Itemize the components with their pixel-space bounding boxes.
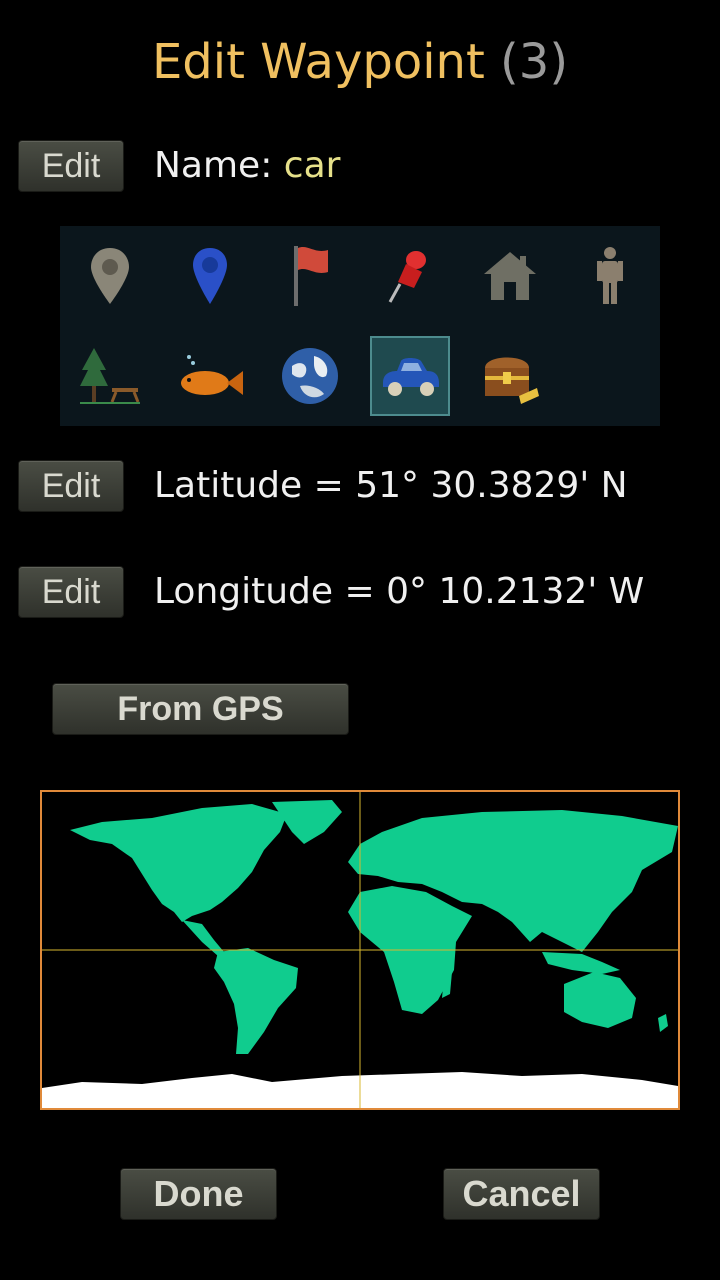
done-button[interactable]: Done xyxy=(120,1168,277,1220)
title-text: Edit Waypoint xyxy=(151,34,485,90)
car-icon[interactable] xyxy=(370,336,450,416)
land-new-zealand xyxy=(658,1014,668,1032)
gray-map-pin-icon[interactable] xyxy=(70,236,150,316)
land-north-america xyxy=(70,804,287,922)
land-australia xyxy=(564,972,636,1028)
treasure-chest-icon[interactable] xyxy=(470,336,550,416)
edit-longitude-button[interactable]: Edit xyxy=(18,566,124,618)
land-south-america xyxy=(214,948,298,1054)
cancel-button[interactable]: Cancel xyxy=(443,1168,600,1220)
earth-globe-icon[interactable] xyxy=(270,336,350,416)
edit-name-button[interactable]: Edit xyxy=(18,140,124,192)
land-southeast-asia xyxy=(542,952,620,974)
red-flag-icon[interactable] xyxy=(270,236,350,316)
person-icon[interactable] xyxy=(570,236,650,316)
world-map[interactable] xyxy=(40,790,680,1110)
blue-map-pin-icon[interactable] xyxy=(170,236,250,316)
red-push-pin-icon[interactable] xyxy=(370,236,450,316)
name-value: car xyxy=(283,145,341,186)
world-map-graphic xyxy=(42,792,678,1108)
icon-picker xyxy=(60,226,660,426)
picnic-tree-icon[interactable] xyxy=(70,336,150,416)
fish-icon[interactable] xyxy=(170,336,250,416)
edit-latitude-button[interactable]: Edit xyxy=(18,460,124,512)
name-field: Name: car xyxy=(154,140,340,192)
from-gps-button[interactable]: From GPS xyxy=(52,683,349,735)
longitude-value: Longitude = 0° 10.2132' W xyxy=(154,571,645,612)
land-central-america xyxy=(182,920,224,956)
waypoint-count: (3) xyxy=(500,34,569,90)
latitude-value: Latitude = 51° 30.3829' N xyxy=(154,465,628,506)
page-title: Edit Waypoint (3) xyxy=(0,30,720,94)
house-icon[interactable] xyxy=(470,236,550,316)
name-label: Name: xyxy=(154,145,273,186)
